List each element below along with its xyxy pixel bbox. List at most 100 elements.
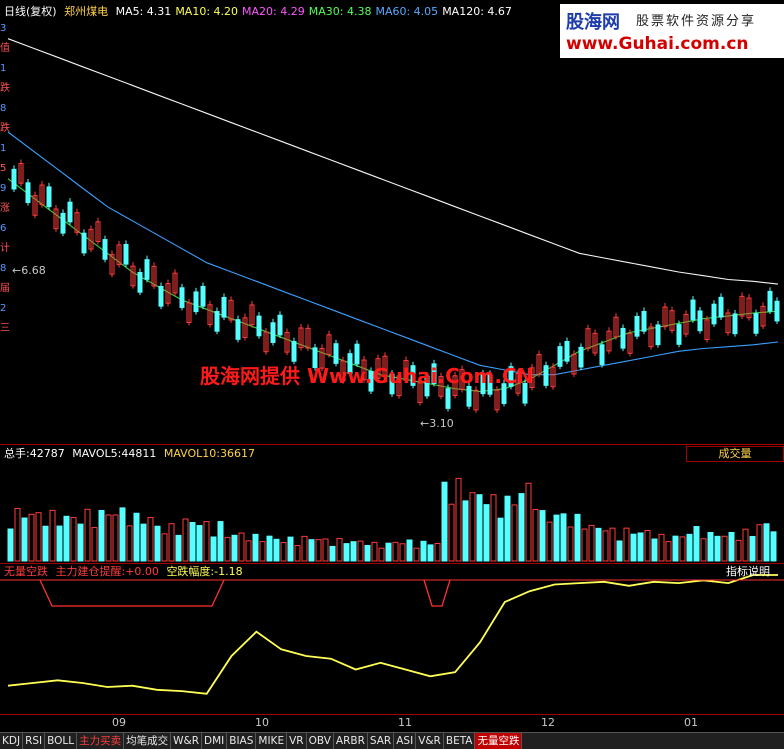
volume-bar: [126, 525, 133, 562]
volume-bar: [560, 513, 567, 562]
volume-bar: [252, 533, 259, 562]
volume-bar: [154, 525, 161, 562]
candle-body: [256, 315, 262, 337]
volume-bar: [49, 509, 56, 562]
tab-10[interactable]: OBV: [307, 733, 334, 749]
volume-bar: [553, 514, 560, 562]
volume-bar: [189, 522, 196, 562]
volume-bar: [504, 495, 511, 562]
volume-bar: [399, 543, 406, 562]
volume-bar: [273, 538, 280, 562]
volume-indicator-button[interactable]: 成交量: [686, 446, 784, 462]
volume-bar: [105, 514, 112, 562]
mavol10-value: 36617: [220, 447, 255, 460]
tab-9[interactable]: VR: [287, 733, 307, 749]
volume-bar: [728, 532, 735, 562]
candle-body: [641, 311, 647, 332]
tab-4[interactable]: 均笔成交: [124, 733, 172, 749]
candle-body: [270, 322, 276, 343]
volume-bar: [238, 532, 245, 562]
volume-bar: [357, 540, 364, 562]
volume-bar: [511, 504, 518, 562]
candle-body: [543, 365, 549, 386]
volume-bar: [56, 525, 63, 562]
indicator-sub-value: +0.00: [125, 565, 159, 578]
tab-11[interactable]: ARBR: [334, 733, 368, 749]
candle-body: [277, 314, 283, 336]
tab-8[interactable]: MIKE: [256, 733, 288, 749]
volume-bar: [518, 493, 525, 562]
volume-bar: [343, 543, 350, 562]
volume-bar: [413, 547, 420, 562]
candle-body: [445, 388, 451, 409]
candle-body: [690, 299, 696, 321]
volume-bar: [686, 533, 693, 562]
tab-3[interactable]: 主力买卖: [77, 733, 125, 749]
tab-1[interactable]: RSI: [23, 733, 46, 749]
volume-bar: [182, 518, 189, 562]
volume-bar: [217, 521, 224, 562]
volume-bar: [98, 509, 105, 562]
volume-value: 42787: [29, 447, 65, 460]
volume-bar: [707, 531, 714, 562]
volume-bar: [315, 539, 322, 562]
volume-bar: [266, 535, 273, 562]
volume-bar: [462, 500, 469, 562]
volume-bar: [210, 536, 217, 562]
candle-body: [718, 296, 724, 318]
volume-bar: [672, 535, 679, 562]
candle-body: [732, 313, 738, 335]
tab-5[interactable]: W&R: [171, 733, 202, 749]
volume-bar: [714, 535, 721, 562]
volume-bar: [70, 517, 77, 562]
volume-bar: [308, 539, 315, 562]
amp-value: -1.18: [214, 565, 243, 578]
candle-body: [123, 243, 129, 265]
candle-body: [599, 344, 605, 365]
volume-bar: [378, 547, 385, 562]
volume-header: 总手:42787 MAVOL5:44811 MAVOL10:36617: [4, 447, 255, 460]
volume-bar: [147, 517, 154, 562]
tab-0[interactable]: KDJ: [0, 733, 24, 749]
tab-14[interactable]: V&R: [416, 733, 444, 749]
candle-body: [46, 186, 52, 208]
volume-bar: [245, 540, 252, 562]
warning-step-2: [423, 579, 451, 607]
tab-12[interactable]: SAR: [368, 733, 395, 749]
time-axis: 09 10 11 12 01: [0, 714, 784, 732]
tab-2[interactable]: BOLL: [45, 733, 78, 749]
candle-body: [144, 259, 150, 280]
tab-13[interactable]: ASI: [394, 733, 417, 749]
price-panel: [7, 38, 780, 413]
indicator-help-link[interactable]: 指标说明: [726, 565, 770, 579]
volume-bar: [14, 507, 21, 562]
volume-bar: [441, 481, 448, 562]
volume-bar: [742, 528, 749, 562]
candle-body: [767, 290, 773, 312]
volume-bar: [168, 523, 175, 562]
volume-bar: [42, 525, 49, 562]
volume-bar: [490, 494, 497, 562]
divider-price-volume: [0, 444, 784, 445]
volume-bar: [77, 523, 84, 562]
price-low-label: ←3.10: [420, 417, 454, 430]
candle-body: [620, 327, 626, 349]
candle-body: [67, 201, 73, 223]
volume-bar: [630, 533, 637, 562]
volume-bar: [546, 521, 553, 562]
volume-bar: [329, 545, 336, 562]
volume-bar: [7, 528, 14, 562]
tab-6[interactable]: DMI: [202, 733, 228, 749]
candle-body: [711, 303, 717, 325]
volume-bar: [133, 512, 140, 562]
tab-7[interactable]: BIAS: [227, 733, 257, 749]
volume-bar: [455, 477, 462, 562]
volume-bar: [392, 541, 399, 562]
warning-step-1: [39, 579, 225, 607]
tab-15[interactable]: BETA: [444, 733, 476, 749]
volume-bar: [259, 541, 266, 562]
time-tick-label: 11: [398, 716, 412, 729]
tab-16[interactable]: 无量空跌: [475, 733, 523, 749]
volume-bar: [721, 535, 728, 562]
volume-bar: [119, 507, 126, 562]
